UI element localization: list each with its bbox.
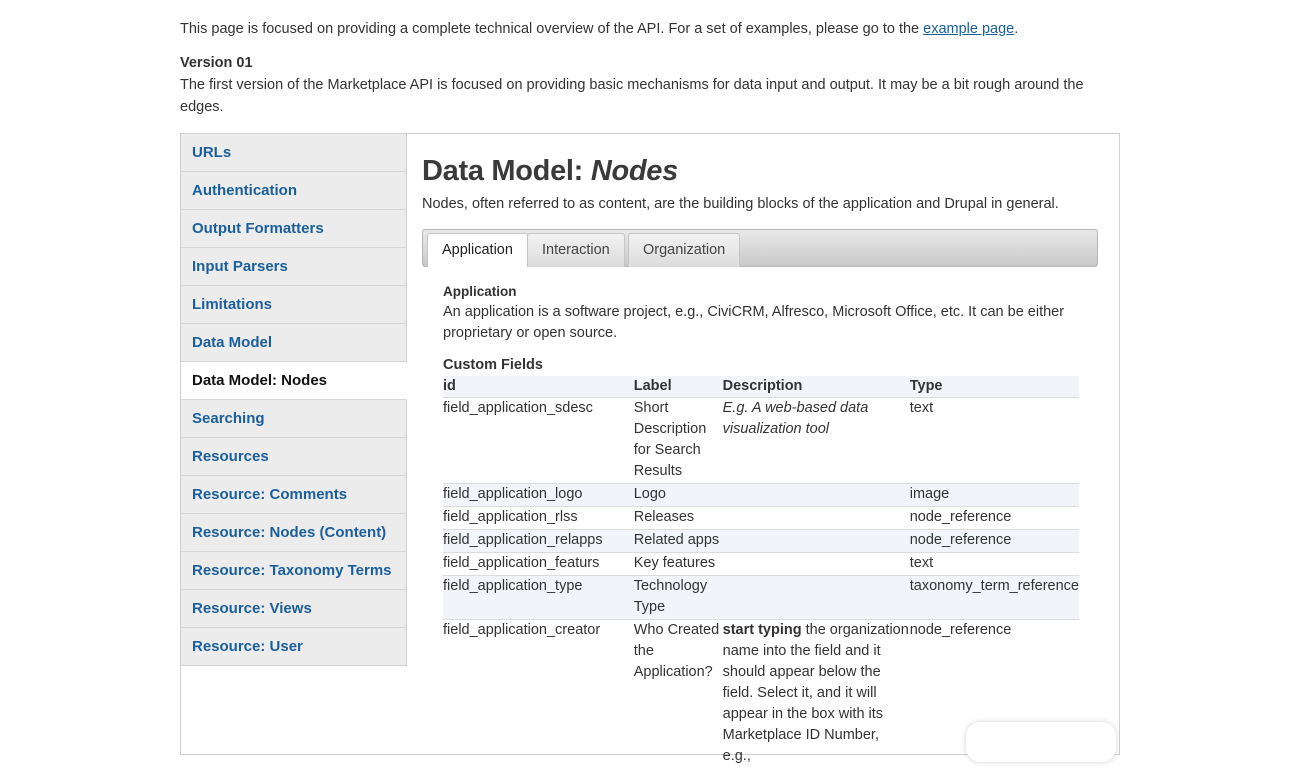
floating-widget[interactable] (966, 722, 1116, 762)
cell-description: E.g. A web-based data visualization tool (723, 398, 910, 484)
table-row: field_application_sdesc Short Descriptio… (443, 398, 1079, 484)
cell-description (723, 507, 910, 530)
sidebar-item-searching[interactable]: Searching (181, 400, 406, 438)
intro-text: This page is focused on providing a comp… (180, 18, 1110, 40)
sidebar-item-limitations[interactable]: Limitations (181, 286, 406, 324)
section-title: Application (443, 282, 1079, 302)
sidebar-item-urls[interactable]: URLs (181, 134, 406, 172)
description-emphasis: start typing (723, 622, 802, 638)
cell-type: image (910, 484, 1079, 507)
sidebar-item-resources[interactable]: Resources (181, 438, 406, 476)
column-header-label: Label (634, 376, 723, 398)
section-text: An application is a software project, e.… (443, 302, 1079, 344)
cell-description: start typing the organization name into … (723, 620, 910, 768)
example-page-link[interactable]: example page (923, 21, 1014, 37)
table-row: field_application_relapps Related apps n… (443, 530, 1079, 553)
page-title: Data Model: Nodes (422, 153, 1102, 189)
docs-panel: URLs Authentication Output Formatters In… (180, 133, 1120, 755)
cell-label: Releases (634, 507, 723, 530)
table-row: field_application_logo Logo image (443, 484, 1079, 507)
cell-type: taxonomy_term_reference (910, 576, 1079, 620)
cell-label: Short Description for Search Results (634, 398, 723, 484)
cell-description (723, 530, 910, 553)
cell-description (723, 484, 910, 507)
cell-label: Logo (634, 484, 723, 507)
cell-label: Related apps (634, 530, 723, 553)
intro-text-end: . (1014, 21, 1018, 37)
cell-description (723, 553, 910, 576)
cell-type: node_reference (910, 530, 1079, 553)
page-title-emphasis: Nodes (591, 155, 678, 187)
tab-bar: Application Interaction Organization (422, 229, 1098, 267)
cell-label: Key features (634, 553, 723, 576)
sidebar-item-output-formatters[interactable]: Output Formatters (181, 210, 406, 248)
column-header-description: Description (723, 376, 910, 398)
main-content: Data Model: Nodes Nodes, often referred … (422, 134, 1102, 768)
page-lead: Nodes, often referred to as content, are… (422, 193, 1102, 215)
cell-id: field_application_creator (443, 620, 634, 768)
cell-label: Who Created the Application? (634, 620, 723, 768)
intro: This page is focused on providing a comp… (180, 18, 1110, 118)
custom-fields-title: Custom Fields (443, 354, 1079, 376)
cell-id: field_application_featurs (443, 553, 634, 576)
sidebar-item-resource-views[interactable]: Resource: Views (181, 590, 406, 628)
sidebar-item-resource-user[interactable]: Resource: User (181, 628, 406, 666)
version-title: Version 01 (180, 52, 1110, 74)
cell-type: text (910, 553, 1079, 576)
cell-id: field_application_type (443, 576, 634, 620)
sidebar-nav: URLs Authentication Output Formatters In… (181, 134, 407, 666)
custom-fields-table: id Label Description Type field_applicat… (443, 376, 1079, 768)
sidebar-item-data-model-nodes[interactable]: Data Model: Nodes (181, 362, 407, 400)
tab-interaction[interactable]: Interaction (527, 233, 625, 267)
cell-id: field_application_sdesc (443, 398, 634, 484)
sidebar-item-input-parsers[interactable]: Input Parsers (181, 248, 406, 286)
table-row: field_application_rlss Releases node_ref… (443, 507, 1079, 530)
column-header-id: id (443, 376, 634, 398)
sidebar-item-resource-taxonomy-terms[interactable]: Resource: Taxonomy Terms (181, 552, 406, 590)
page-title-prefix: Data Model: (422, 155, 591, 187)
column-header-type: Type (910, 376, 1079, 398)
sidebar-item-data-model[interactable]: Data Model (181, 324, 406, 362)
table-header-row: id Label Description Type (443, 376, 1079, 398)
cell-id: field_application_relapps (443, 530, 634, 553)
cell-label: Technology Type (634, 576, 723, 620)
cell-type: text (910, 398, 1079, 484)
cell-id: field_application_logo (443, 484, 634, 507)
tab-panel-application: Application An application is a software… (422, 267, 1079, 768)
cell-type: node_reference (910, 507, 1079, 530)
cell-id: field_application_rlss (443, 507, 634, 530)
version-text: The first version of the Marketplace API… (180, 74, 1110, 118)
sidebar-item-resource-nodes[interactable]: Resource: Nodes (Content) (181, 514, 406, 552)
tab-organization[interactable]: Organization (628, 233, 740, 267)
intro-text-start: This page is focused on providing a comp… (180, 21, 923, 37)
table-row: field_application_type Technology Type t… (443, 576, 1079, 620)
sidebar-item-authentication[interactable]: Authentication (181, 172, 406, 210)
table-row: field_application_featurs Key features t… (443, 553, 1079, 576)
cell-description (723, 576, 910, 620)
tab-application[interactable]: Application (427, 233, 528, 267)
sidebar-item-resource-comments[interactable]: Resource: Comments (181, 476, 406, 514)
